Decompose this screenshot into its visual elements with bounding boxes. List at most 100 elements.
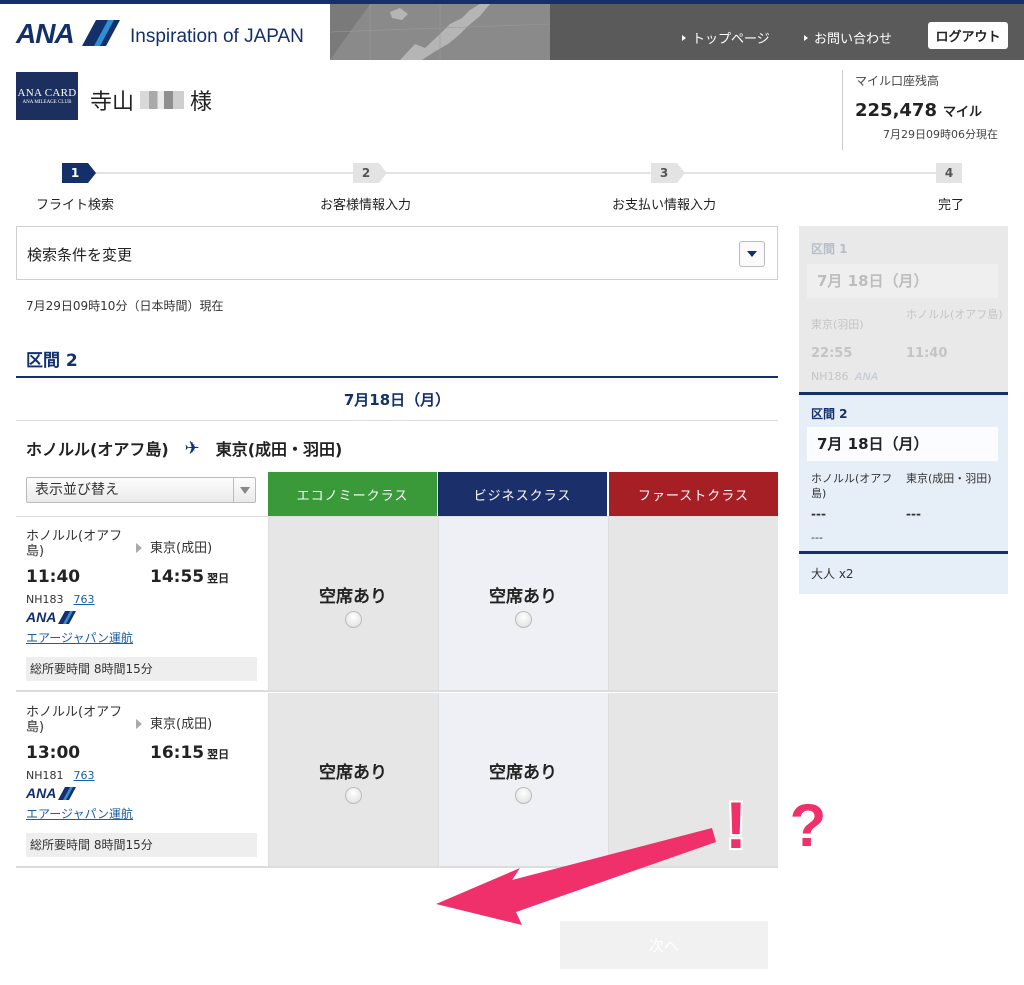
arrival-time: 14:55 <box>150 567 205 587</box>
summary-seg2-title: 区間 2 <box>811 407 848 421</box>
fare-cell-first <box>608 693 778 866</box>
step-4-marker: 4 <box>936 163 962 183</box>
site-header: ANA Inspiration of JAPAN トップページ お問い合わせ ロ… <box>0 0 1024 60</box>
flight-number: NH183 <box>26 593 64 606</box>
fare-cell-first <box>608 517 778 690</box>
class-header-business-label: ビジネスクラス <box>473 488 572 504</box>
summary-seg1-date: 7月 18日（月） <box>807 264 998 298</box>
flight-destination: 東京(成田) <box>150 541 213 556</box>
mile-balance-unit: マイル <box>942 105 982 120</box>
ana-logo[interactable]: ANA <box>16 18 75 50</box>
step-3-marker: 3 <box>651 163 685 183</box>
summary-seg2-from: ホノルル(オアフ島) <box>811 472 893 500</box>
user-honorific: 様 <box>190 90 213 115</box>
route-origin: ホノルル(オアフ島) <box>26 440 169 459</box>
next-button[interactable]: 次へ <box>560 921 768 969</box>
flight-row: ホノルル(オアフ島) 東京(成田) 11:40 14:55 翌日 NH183 763… <box>16 517 778 692</box>
nav-top-page-link[interactable]: トップページ <box>682 28 770 47</box>
step-2-number: 2 <box>361 166 371 180</box>
select-arrow-icon <box>233 478 255 502</box>
mile-balance-timestamp: 7月29日09時06分現在 <box>883 128 998 141</box>
step-3-number: 3 <box>659 166 669 180</box>
sort-select-value: 表示並び替え <box>35 482 119 498</box>
total-duration: 総所要時間 8時間15分 <box>26 657 257 681</box>
total-duration: 総所要時間 8時間15分 <box>26 833 257 857</box>
economy-radio[interactable] <box>345 787 362 804</box>
mile-balance-panel: マイル口座残高 225,478 マイル 7月29日09時06分現在 <box>842 70 1012 150</box>
change-search-label: 検索条件を変更 <box>27 246 133 264</box>
class-header-first-label: ファーストクラス <box>637 488 750 504</box>
ana-logo-stripe-icon <box>58 786 77 800</box>
redacted-name-block <box>140 91 185 109</box>
flight-info: ホノルル(オアフ島) 東京(成田) 11:40 14:55 翌日 NH183 763… <box>16 517 268 690</box>
ana-card-logo: ANA CARD ANA MILEAGE CLUB <box>16 72 78 120</box>
summary-seg2-flight: --- <box>811 531 823 544</box>
card-logo-text: ANA CARD <box>17 87 77 99</box>
flight-row: ホノルル(オアフ島) 東京(成田) 13:00 16:15 翌日 NH181 763… <box>16 693 778 868</box>
step-4-number: 4 <box>944 166 954 180</box>
summary-seg2-arr: --- <box>906 507 921 521</box>
flight-origin: ホノルル(オアフ島) <box>26 529 123 559</box>
summary-seg2-dep: --- <box>811 507 826 521</box>
chevron-right-icon <box>682 34 686 41</box>
current-time-note: 7月29日09時10分（日本時間）現在 <box>26 299 224 313</box>
aircraft-link[interactable]: 763 <box>74 769 95 782</box>
fare-cell-economy[interactable]: 空席あり <box>268 693 438 866</box>
class-header-first: ファーストクラス <box>609 472 778 516</box>
economy-radio[interactable] <box>345 611 362 628</box>
flight-destination: 東京(成田) <box>150 717 213 732</box>
summary-seg1-from: 東京(羽田) <box>811 318 864 331</box>
sort-select[interactable]: 表示並び替え <box>26 477 256 503</box>
card-logo-subtext: ANA MILEAGE CLUB <box>22 100 72 105</box>
logo-tagline: Inspiration of JAPAN <box>130 26 304 47</box>
seat-availability: 空席あり <box>489 587 557 607</box>
step-4-label: 完了 <box>938 198 965 213</box>
user-name: 寺山 様 <box>90 84 212 116</box>
operator-link[interactable]: エアージャパン運航 <box>26 629 133 646</box>
ana-logo-stripe-icon <box>82 20 120 46</box>
fare-cell-business[interactable]: 空席あり <box>438 693 608 866</box>
class-header-business: ビジネスクラス <box>438 472 607 516</box>
arrival-time-group: 14:55 翌日 <box>150 567 229 587</box>
fare-cell-business[interactable]: 空席あり <box>438 517 608 690</box>
aircraft-link[interactable]: 763 <box>74 593 95 606</box>
business-radio[interactable] <box>515 611 532 628</box>
passenger-count: 大人 x2 <box>799 554 1008 594</box>
route-heading: ホノルル(オアフ島) ✈ 東京(成田・羽田) <box>26 436 342 460</box>
logout-button[interactable]: ログアウト <box>928 22 1008 49</box>
nav-contact-label: お問い合わせ <box>814 32 893 47</box>
flight-number-group: NH181 763 <box>26 769 95 782</box>
next-day-marker: 翌日 <box>207 748 230 761</box>
dropdown-toggle-button[interactable] <box>739 241 765 267</box>
mile-balance-number: 225,478 <box>855 100 937 121</box>
class-header-economy: エコノミークラス <box>268 472 437 516</box>
operator-link[interactable]: エアージャパン運航 <box>26 805 133 822</box>
nav-contact-link[interactable]: お問い合わせ <box>804 28 892 47</box>
step-1-label: フライト検索 <box>36 198 115 213</box>
nav-top-page-label: トップページ <box>692 32 770 47</box>
ana-carrier-logo: ANA <box>26 785 77 801</box>
summary-seg1-title: 区間 1 <box>811 242 848 256</box>
business-radio[interactable] <box>515 787 532 804</box>
summary-seg1-flight: NH186 ANA <box>811 370 878 383</box>
change-search-toggle[interactable]: 検索条件を変更 <box>16 226 778 280</box>
ana-carrier-text: ANA <box>26 785 57 801</box>
summary-seg1-arr: 11:40 <box>906 346 948 361</box>
summary-segment-2: 区間 2 7月 18日（月） ホノルル(オアフ島) 東京(成田・羽田) --- … <box>799 392 1008 554</box>
seat-availability: 空席あり <box>319 587 387 607</box>
fare-cell-economy[interactable]: 空席あり <box>268 517 438 690</box>
step-1-number: 1 <box>70 166 80 180</box>
route-arrow-icon <box>136 543 142 553</box>
japan-map-graphic <box>330 4 550 60</box>
next-day-marker: 翌日 <box>207 572 230 585</box>
step-3-label: お支払い情報入力 <box>612 198 717 213</box>
summary-seg1-dep: 22:55 <box>811 346 853 361</box>
summary-seg2-to: 東京(成田・羽田) <box>906 472 992 485</box>
route-destination: 東京(成田・羽田) <box>215 440 343 459</box>
flight-number-group: NH183 763 <box>26 593 95 606</box>
chevron-down-icon <box>747 251 757 257</box>
segment-title: 区間 2 <box>26 351 78 371</box>
segment-date: 7月18日（月） <box>16 378 778 421</box>
departure-time: 13:00 <box>26 743 81 763</box>
step-2-label: お客様情報入力 <box>320 198 412 213</box>
